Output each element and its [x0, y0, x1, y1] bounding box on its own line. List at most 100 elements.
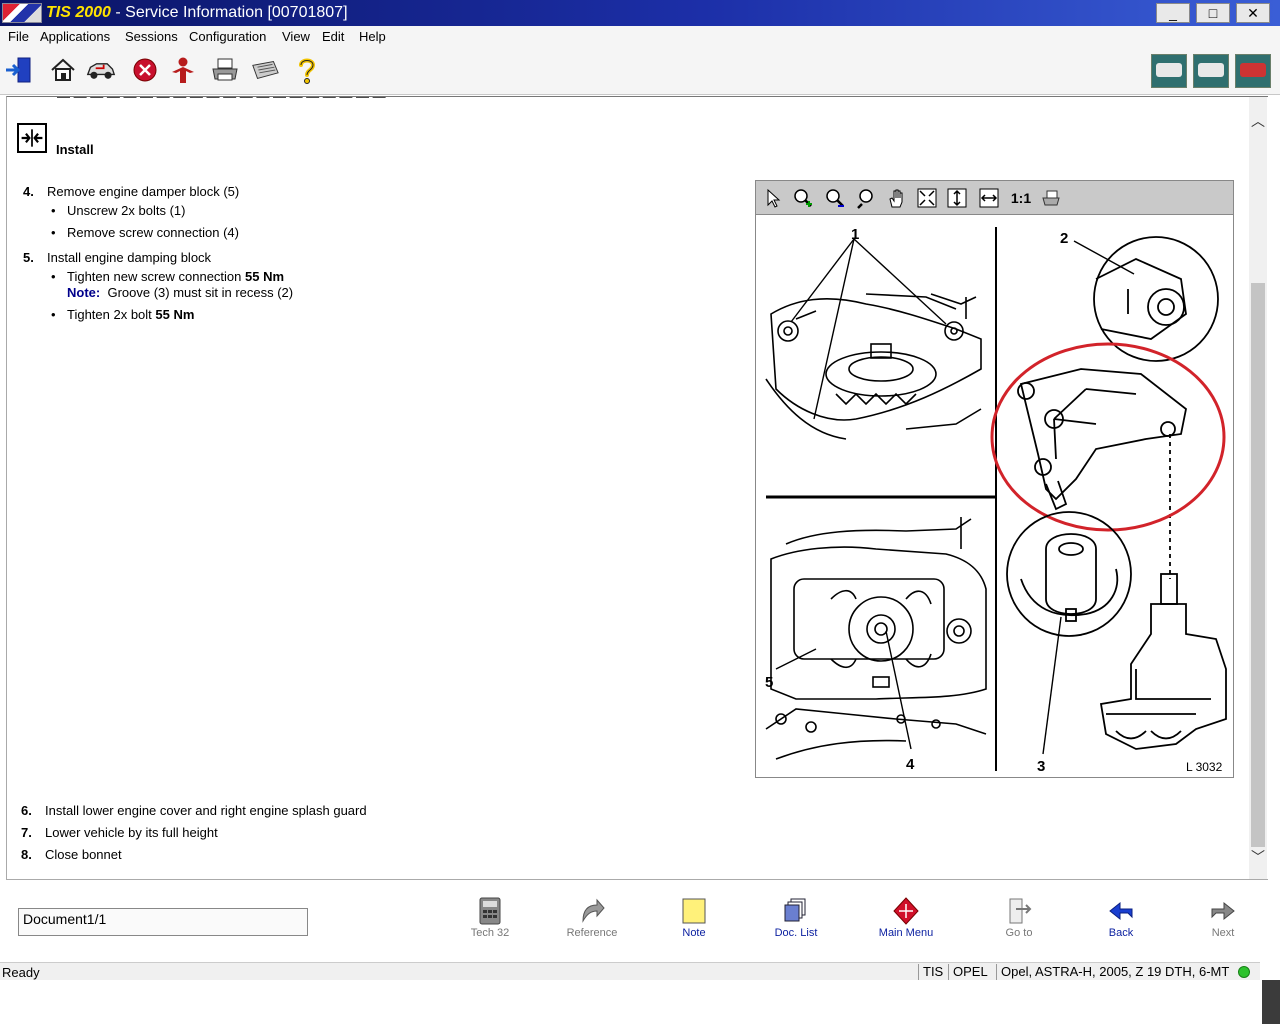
close-button[interactable]: ✕ [1236, 3, 1270, 23]
clipped-text-line: — — — — — — — — — — — — — — — — — — — — [57, 96, 386, 104]
help-icon[interactable] [292, 55, 322, 85]
note-icon [682, 898, 706, 924]
title-document: Service Information [00701807] [125, 4, 348, 21]
status-brand: OPEL [948, 964, 988, 980]
vehicle-icon[interactable] [86, 55, 116, 85]
select-icon[interactable] [762, 187, 784, 209]
tis-window: TIS 2000 - Service Information [00701807… [0, 0, 1280, 1024]
figure-label-4: 4 [906, 756, 915, 773]
main-menu-icon [893, 897, 919, 925]
bullet-text: Tighten new screw connection [67, 269, 246, 284]
vehicle-view-1-icon[interactable] [1151, 54, 1187, 88]
viewer-toolbar: 1:1 [756, 181, 1233, 215]
step-text: Lower vehicle by its full height [45, 825, 218, 840]
step-number: 4. [23, 184, 34, 199]
figure-label-5: 5 [765, 674, 773, 691]
menu-applications[interactable]: Applications [40, 29, 110, 44]
zoom-in-icon[interactable] [792, 187, 814, 209]
figure-label-2: 2 [1060, 230, 1068, 247]
step-text: Install lower engine cover and right eng… [45, 803, 367, 818]
bullet-text: Remove screw connection (4) [67, 225, 239, 240]
menu-view[interactable]: View [282, 29, 310, 44]
exit-icon[interactable] [4, 55, 34, 85]
scroll-thumb[interactable] [1251, 283, 1265, 847]
zoom-out-icon[interactable] [824, 187, 846, 209]
minimize-button[interactable]: _ [1156, 3, 1190, 23]
print-icon[interactable] [210, 55, 240, 85]
maximize-button[interactable]: □ [1196, 3, 1230, 23]
figure-label-1: 1 [851, 226, 859, 243]
step-number: 8. [21, 847, 32, 862]
technical-illustration[interactable]: 1 5 4 2 3 L 3032 [756, 219, 1233, 777]
install-icon [17, 123, 47, 153]
reference-arrow-icon [582, 898, 605, 923]
stop-icon[interactable] [130, 55, 160, 85]
vertical-scrollbar[interactable]: ︿ ﹀ [1249, 97, 1267, 879]
list-item: • Remove screw connection (4) [51, 225, 239, 240]
fit-page-icon[interactable] [916, 187, 938, 209]
nav-label: Next [1211, 927, 1235, 939]
desktop-edge [1262, 980, 1280, 1024]
vehicle-view-2-icon[interactable] [1193, 54, 1229, 88]
step-text: Close bonnet [45, 847, 122, 862]
menu-configuration[interactable]: Configuration [189, 29, 266, 44]
back-button[interactable]: Back [1086, 897, 1156, 941]
pan-hand-icon[interactable] [886, 187, 908, 209]
step-number: 7. [21, 825, 32, 840]
bullet-text: Unscrew 2x bolts (1) [67, 203, 186, 218]
list-item: • Tighten 2x bolt 55 Nm [51, 307, 195, 322]
nav-label: Reference [566, 927, 618, 939]
document-pane[interactable]: — — — — — — — — — — — — — — — — — — — — … [6, 96, 1268, 880]
note-button[interactable]: Note [659, 897, 729, 941]
home-icon[interactable] [48, 55, 78, 85]
window-title: TIS 2000 - Service Information [00701807… [46, 4, 348, 22]
scroll-up-icon[interactable]: ︿ [1249, 111, 1267, 131]
nav-label: Back [1108, 927, 1134, 939]
actual-size-button[interactable]: 1:1 [1008, 187, 1034, 209]
nav-label: Main Menu [878, 927, 934, 939]
zoom-icon[interactable] [856, 187, 878, 209]
status-ready: Ready [2, 965, 40, 980]
step-number: 5. [23, 250, 34, 265]
nav-label: Tech 32 [470, 927, 510, 939]
note-label: Note: [67, 285, 101, 300]
torque-value: 55 Nm [155, 307, 195, 322]
viewer-print-icon[interactable] [1040, 187, 1062, 209]
app-brand: TIS 2000 [46, 4, 111, 21]
person-icon[interactable] [168, 55, 198, 85]
tech32-button[interactable]: Tech 32 [455, 897, 525, 941]
goto-button[interactable]: Go to [984, 897, 1054, 941]
title-separator: - [110, 4, 126, 21]
status-bar: Ready TIS OPEL Opel, ASTRA-H, 2005, Z 19… [0, 962, 1260, 980]
vehicle-view-3-icon[interactable] [1235, 54, 1271, 88]
menu-file[interactable]: File [8, 29, 29, 44]
menu-edit[interactable]: Edit [322, 29, 344, 44]
menu-help[interactable]: Help [359, 29, 386, 44]
menu-bar: File Applications Sessions Configuration… [0, 26, 1280, 47]
document-indicator: Document1/1 [18, 908, 308, 936]
list-item: • Unscrew 2x bolts (1) [51, 203, 186, 218]
image-viewer: 1:1 1 5 4 2 3 L 3032 [755, 180, 1234, 778]
app-logo-icon[interactable] [2, 3, 42, 23]
connection-status-icon [1238, 966, 1250, 978]
main-menu-button[interactable]: Main Menu [871, 897, 941, 941]
status-system: TIS [918, 964, 943, 980]
tech32-icon [479, 897, 501, 925]
doc-list-button[interactable]: Doc. List [761, 897, 831, 941]
keyboard-icon[interactable] [250, 55, 280, 85]
menu-sessions[interactable]: Sessions [125, 29, 178, 44]
nav-label: Go to [1005, 927, 1033, 939]
doc-list-icon [784, 898, 806, 922]
next-button[interactable]: Next [1188, 897, 1258, 941]
list-item: • Tighten new screw connection 55 Nm [51, 269, 285, 284]
section-title: Install [56, 142, 94, 157]
scroll-down-icon[interactable]: ﹀ [1249, 847, 1267, 867]
reference-button[interactable]: Reference [557, 897, 627, 941]
title-bar: TIS 2000 - Service Information [00701807… [0, 0, 1280, 26]
fit-width-icon[interactable] [978, 187, 1000, 209]
fit-height-icon[interactable] [946, 187, 968, 209]
nav-label: Note [682, 927, 706, 939]
note-line: Note: Groove (3) must sit in recess (2) [67, 285, 293, 300]
note-text: Groove (3) must sit in recess (2) [107, 285, 294, 300]
main-toolbar [0, 47, 1280, 95]
